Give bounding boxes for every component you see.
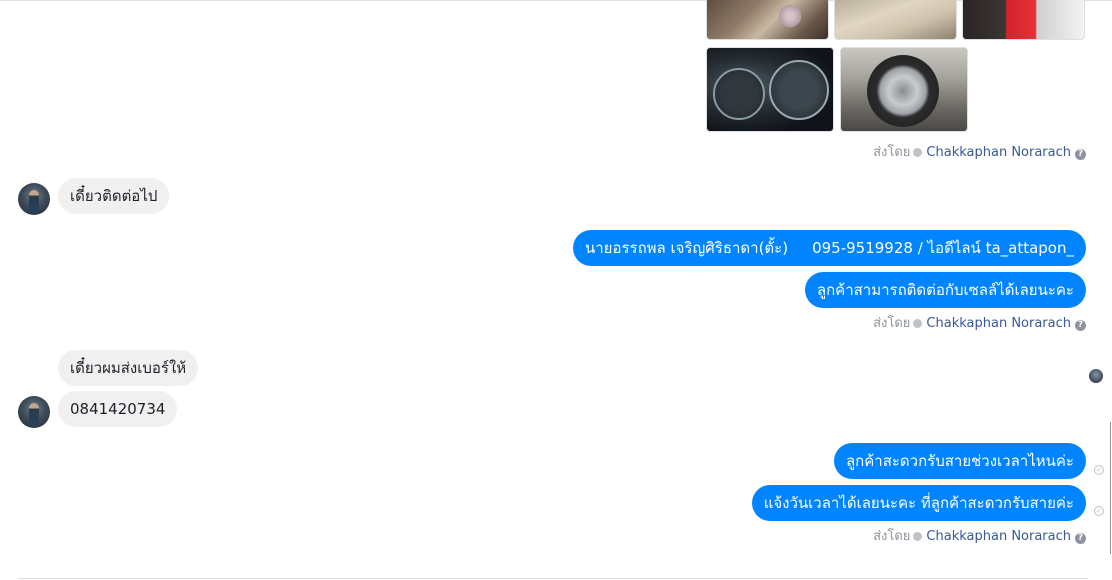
sales-name: นายอรรถพล เจริญศิริธาดา(ตั้ะ) xyxy=(584,239,789,257)
incoming-message[interactable]: 0841420734 xyxy=(58,391,178,427)
sent-by-label: ส่งโดย xyxy=(873,316,911,331)
car-seat-photo[interactable] xyxy=(834,0,957,40)
agent-name-link[interactable]: Chakkaphan Norarach xyxy=(926,529,1071,544)
question-circle-icon[interactable]: ? xyxy=(1075,533,1086,544)
customer-avatar[interactable] xyxy=(18,183,50,215)
car-interior-photo-1[interactable] xyxy=(706,0,829,40)
sent-by-line: ส่งโดย Chakkaphan Norarach? xyxy=(873,315,1086,333)
sent-by-line: ส่งโดย Chakkaphan Norarach? xyxy=(873,144,1086,162)
customer-avatar[interactable] xyxy=(18,396,50,428)
car-door-photo[interactable] xyxy=(962,0,1085,40)
outgoing-message[interactable]: ลูกค้าสะดวกรับสายช่วงเวลาไหนค่ะ xyxy=(833,443,1086,479)
incoming-message[interactable]: เดี๋ยวติดต่อไป xyxy=(58,178,170,214)
seen-check-icon: ✓ xyxy=(1094,506,1104,516)
seen-avatar xyxy=(1089,369,1103,383)
incoming-message[interactable]: เดี๋ยวผมส่งเบอร์ให้ xyxy=(58,350,199,386)
check-circle-icon xyxy=(913,532,923,541)
bottom-divider xyxy=(18,578,1088,579)
outgoing-message[interactable]: ลูกค้าสามารถติดต่อกับเซลล์ได้เลยนะคะ xyxy=(804,272,1086,308)
question-circle-icon[interactable]: ? xyxy=(1075,320,1086,331)
sent-by-label: ส่งโดย xyxy=(873,529,911,544)
scroll-indicator xyxy=(1110,422,1111,554)
check-circle-icon xyxy=(913,319,923,328)
question-circle-icon[interactable]: ? xyxy=(1075,149,1086,160)
agent-name-link[interactable]: Chakkaphan Norarach xyxy=(926,316,1071,331)
sales-contact: 095-9519928 / ไอดีไลน์ ta_attapon_ xyxy=(812,239,1074,257)
sent-by-label: ส่งโดย xyxy=(873,145,911,160)
agent-name-link[interactable]: Chakkaphan Norarach xyxy=(926,145,1071,160)
dashboard-gauge-photo[interactable] xyxy=(706,47,834,132)
seen-check-icon: ✓ xyxy=(1094,465,1104,475)
sent-by-line: ส่งโดย Chakkaphan Norarach? xyxy=(873,528,1086,546)
car-wheel-photo[interactable] xyxy=(840,47,968,132)
outgoing-message[interactable]: แจ้งวันเวลาได้เลยนะคะ ที่ลูกค้าสะดวกรับส… xyxy=(751,485,1086,521)
outgoing-message[interactable]: นายอรรถพล เจริญศิริธาดา(ตั้ะ) 095-9519928… xyxy=(572,230,1086,266)
check-circle-icon xyxy=(913,148,923,157)
